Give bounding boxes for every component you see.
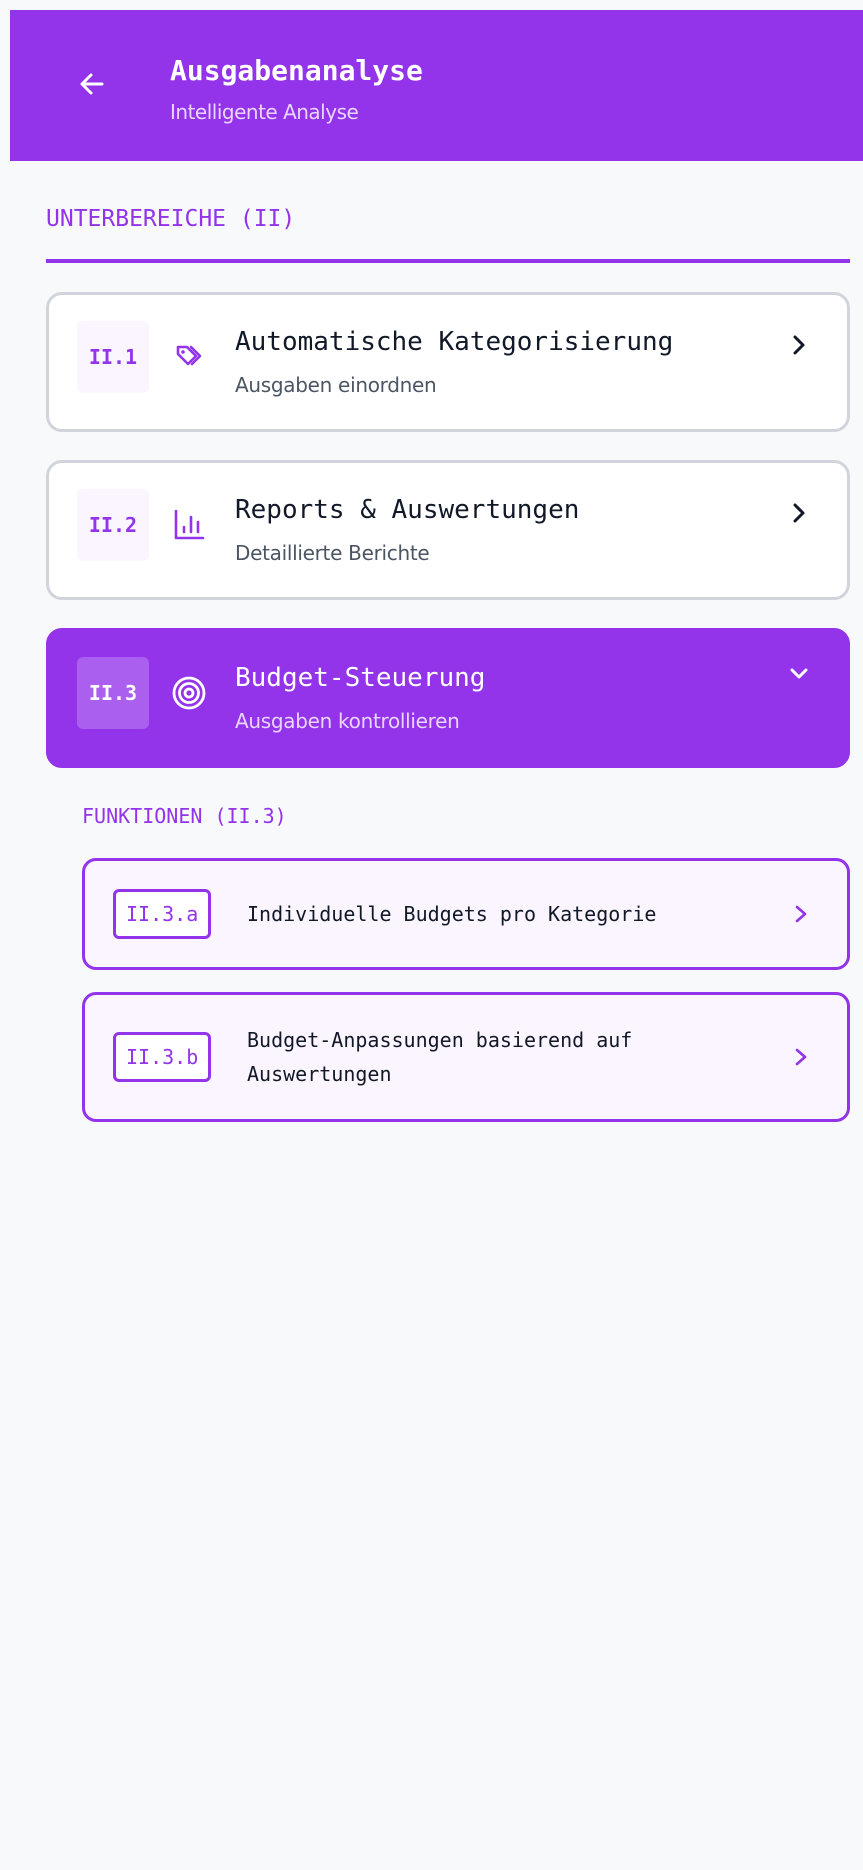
subsection-title: Budget-Steuerung xyxy=(235,663,486,693)
chevron-down-icon xyxy=(787,661,811,685)
function-code: II.3.a xyxy=(113,889,212,939)
page-title: Ausgabenanalyse xyxy=(170,54,423,87)
chevron-right-icon xyxy=(791,902,811,926)
arrow-left-icon xyxy=(76,68,108,104)
tags-icon xyxy=(167,335,211,379)
subsection-card-ii-3[interactable]: II.3 Budget-Steuerung Ausgaben kontrolli… xyxy=(46,628,850,768)
subsection-title: Reports & Auswertungen xyxy=(235,495,580,525)
subsection-card-ii-2[interactable]: II.2 Reports & Auswertungen Detaillierte… xyxy=(46,460,850,600)
chevron-right-icon xyxy=(787,333,811,357)
chevron-right-icon xyxy=(787,501,811,525)
function-code: II.3.b xyxy=(113,1032,212,1082)
target-icon xyxy=(167,671,211,715)
function-text: Individuelle Budgets pro Kategorie xyxy=(247,902,657,926)
chevron-right-icon xyxy=(791,1045,811,1069)
subsection-subtitle: Ausgaben kontrollieren xyxy=(235,709,460,733)
back-button[interactable] xyxy=(70,64,114,108)
subsection-subtitle: Detaillierte Berichte xyxy=(235,541,430,565)
subsection-code: II.2 xyxy=(77,489,149,561)
function-item-ii-3-a[interactable]: II.3.a Individuelle Budgets pro Kategori… xyxy=(82,858,850,970)
functions-label: FUNKTIONEN (II.3) xyxy=(82,804,287,828)
subsection-subtitle: Ausgaben einordnen xyxy=(235,373,437,397)
function-item-ii-3-b[interactable]: II.3.b Budget-Anpassungen basierend auf … xyxy=(82,992,850,1122)
bar-chart-icon xyxy=(167,503,211,547)
function-text: Budget-Anpassungen basierend auf Auswert… xyxy=(247,1028,633,1086)
app-header: Ausgabenanalyse Intelligente Analyse xyxy=(10,10,863,161)
page-subtitle: Intelligente Analyse xyxy=(170,100,359,124)
app-screen: Ausgabenanalyse Intelligente Analyse UNT… xyxy=(10,10,863,1870)
section-label: UNTERBEREICHE (II) xyxy=(46,206,296,232)
subsection-card-ii-1[interactable]: II.1 Automatische Kategorisierung Ausgab… xyxy=(46,292,850,432)
subsection-title: Automatische Kategorisierung xyxy=(235,327,674,357)
subsection-code: II.1 xyxy=(77,321,149,393)
section-divider xyxy=(46,259,850,263)
subsection-code: II.3 xyxy=(77,657,149,729)
